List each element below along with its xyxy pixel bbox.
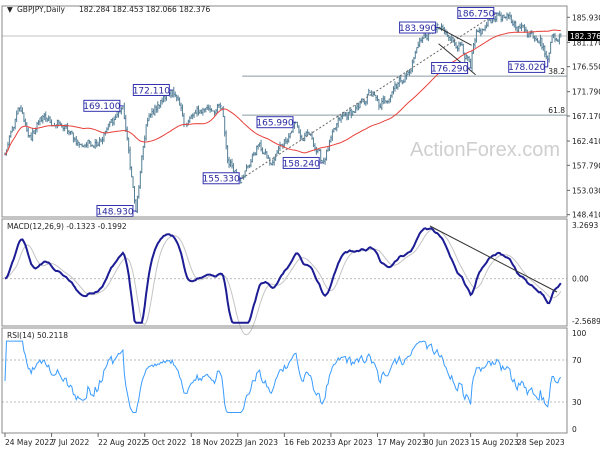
fib-label: 61.8 — [548, 106, 565, 115]
date-axis-label: 17 May 2023 — [377, 438, 426, 447]
price-axis-label: 176.550 — [572, 63, 600, 72]
pivot-label: 148.930 — [96, 207, 133, 217]
macd-axis-label: -2.5689 — [572, 317, 600, 326]
rsi-title: RSI(14) 50.2118 — [7, 331, 68, 340]
price-axis-label: 171.790 — [572, 88, 600, 97]
price-bar — [212, 110, 214, 112]
current-price-value: 182.376 — [570, 32, 600, 41]
collapse-triangle-icon[interactable]: ▼ — [7, 5, 13, 14]
rsi-axis-label: 30 — [572, 398, 582, 407]
date-axis-label: 5 Oct 2022 — [145, 438, 187, 447]
price-axis-label: 167.170 — [572, 112, 600, 121]
date-axis-label: 30 Jun 2023 — [424, 438, 469, 447]
ohlc-readout: 182.284 182.453 182.066 182.376 — [79, 5, 210, 14]
date-axis-label: 28 Sep 2023 — [517, 438, 565, 447]
macd-axis-label: 3.2693 — [572, 221, 598, 230]
price-axis-label: 157.790 — [572, 161, 600, 170]
pivot-label: 155.330 — [203, 175, 240, 185]
watermark: ActionForex.com — [410, 139, 560, 161]
date-axis-label: 22 Aug 2022 — [98, 438, 146, 447]
date-axis-label: 7 Jul 2022 — [52, 438, 90, 447]
pivot-label: 172.110 — [133, 86, 170, 96]
pivot-label: 158.240 — [283, 159, 320, 169]
fib-label: 38.2 — [548, 67, 565, 76]
date-axis-label: 16 Feb 2023 — [284, 438, 331, 447]
rsi-axis-label: 0 — [572, 425, 577, 434]
date-axis-label: 3 Jan 2023 — [238, 438, 278, 447]
rsi-axis-label: 70 — [572, 356, 582, 365]
date-axis-label: 15 Aug 2023 — [471, 438, 519, 447]
pivot-label: 186.750 — [457, 9, 494, 19]
date-axis-label: 3 Apr 2023 — [331, 438, 373, 447]
date-axis-label: 24 May 2022 — [5, 438, 54, 447]
symbol-title: GBPJPY,Daily — [17, 5, 66, 14]
pivot-label: 183.990 — [399, 24, 436, 34]
pivot-label: 165.990 — [256, 118, 293, 128]
price-axis-label: 185.930 — [572, 13, 600, 22]
macd-axis-label: 0.00 — [572, 275, 589, 284]
pivot-label: 178.020 — [508, 63, 545, 73]
price-axis-label: 153.030 — [572, 186, 600, 195]
rsi-axis-label: 100 — [572, 329, 587, 338]
price-axis-label: 162.410 — [572, 137, 600, 146]
price-bar — [280, 144, 283, 146]
macd-title: MACD(12,26,9) -0.1323 -0.1992 — [7, 222, 127, 231]
price-axis-label: 148.410 — [572, 211, 600, 220]
date-axis-label: 18 Nov 2022 — [191, 438, 239, 447]
pivot-label: 169.100 — [83, 102, 120, 112]
chart-canvas: 38.2 61.8 169.100 148.930 172.110 155.330 165.… — [0, 0, 600, 450]
chart-window: 38.2 61.8 169.100 148.930 172.110 155.330 165.… — [0, 0, 600, 450]
pivot-label: 176.290 — [431, 64, 468, 74]
